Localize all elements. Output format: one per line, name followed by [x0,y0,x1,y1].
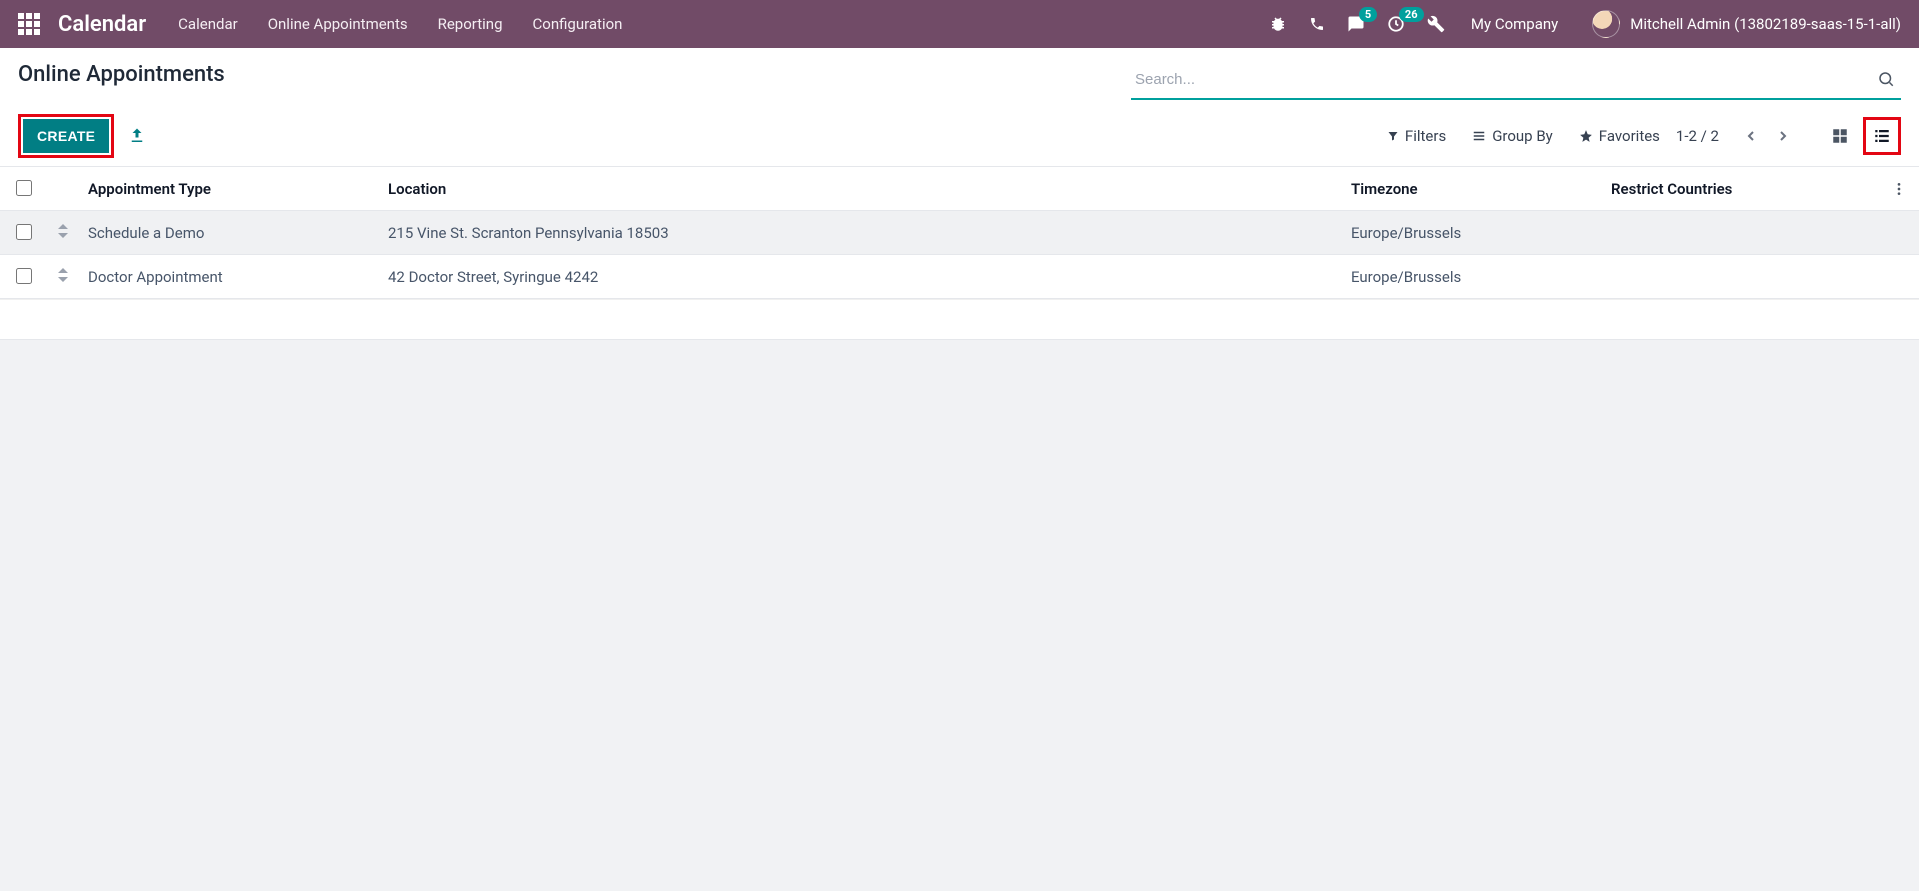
pager[interactable]: 1-2 / 2 [1676,127,1719,145]
messages-badge: 5 [1359,7,1377,22]
kebab-icon [1891,181,1907,197]
search-button[interactable] [1873,66,1899,92]
header-appointment-type[interactable]: Appointment Type [80,167,380,211]
company-switcher[interactable]: My Company [1471,15,1558,33]
table-header-row: Appointment Type Location Timezone Restr… [0,167,1919,211]
sort-icon [58,268,68,282]
avatar [1592,10,1620,38]
nav-links: Calendar Online Appointments Reporting C… [178,15,622,33]
select-all-checkbox[interactable] [16,180,32,196]
cell-restrict [1603,255,1883,299]
star-icon [1579,129,1593,143]
cell-timezone: Europe/Brussels [1343,211,1603,255]
search-input[interactable] [1133,70,1873,89]
drag-handle[interactable] [58,224,68,238]
messages-button[interactable]: 5 [1347,15,1365,33]
groupby-menu[interactable]: Group By [1472,127,1553,145]
list-view: Appointment Type Location Timezone Restr… [0,167,1919,340]
create-button[interactable]: CREATE [23,119,109,153]
import-button[interactable] [128,127,146,145]
apps-menu-button[interactable] [18,13,40,35]
cell-location: 42 Doctor Street, Syringue 4242 [380,255,1343,299]
groupby-label: Group By [1492,127,1553,145]
cell-location: 215 Vine St. Scranton Pennsylvania 18503 [380,211,1343,255]
table-row[interactable]: Schedule a Demo 215 Vine St. Scranton Pe… [0,211,1919,255]
pager-prev[interactable] [1737,122,1765,150]
wrench-icon [1427,15,1445,33]
pager-next[interactable] [1769,122,1797,150]
search-icon [1877,70,1895,88]
filter-icon [1387,130,1399,142]
kanban-icon [1831,127,1849,145]
cell-appointment-type: Doctor Appointment [80,255,380,299]
tools-button[interactable] [1427,15,1445,33]
nav-link-configuration[interactable]: Configuration [533,15,623,33]
highlight-create: CREATE [18,114,114,158]
nav-systray: 5 26 My Company Mitchell Admin (13802189… [1269,10,1901,38]
app-brand[interactable]: Calendar [58,12,146,37]
nav-link-calendar[interactable]: Calendar [178,15,238,33]
list-icon [1472,129,1486,143]
table-footer [0,299,1919,339]
nav-link-online-appointments[interactable]: Online Appointments [268,15,408,33]
filters-menu[interactable]: Filters [1387,127,1446,145]
favorites-menu[interactable]: Favorites [1579,127,1660,145]
control-panel: Online Appointments CREATE Filters [0,48,1919,167]
filters-label: Filters [1405,127,1446,145]
view-list-button[interactable] [1867,121,1897,151]
favorites-label: Favorites [1599,127,1660,145]
voip-button[interactable] [1309,16,1325,32]
header-restrict-countries[interactable]: Restrict Countries [1603,167,1883,211]
activities-button[interactable]: 26 [1387,15,1405,33]
header-location[interactable]: Location [380,167,1343,211]
phone-icon [1309,16,1325,32]
row-checkbox[interactable] [16,224,32,240]
highlight-list-view [1863,117,1901,155]
bug-icon [1269,15,1287,33]
chevron-left-icon [1743,128,1759,144]
search-bar[interactable] [1131,62,1901,100]
activities-badge: 26 [1399,7,1424,22]
cell-restrict [1603,211,1883,255]
list-view-icon [1873,127,1891,145]
appointments-table: Appointment Type Location Timezone Restr… [0,167,1919,299]
table-row[interactable]: Doctor Appointment 42 Doctor Street, Syr… [0,255,1919,299]
row-checkbox[interactable] [16,268,32,284]
debug-button[interactable] [1269,15,1287,33]
chevron-right-icon [1775,128,1791,144]
header-timezone[interactable]: Timezone [1343,167,1603,211]
nav-link-reporting[interactable]: Reporting [438,15,503,33]
view-kanban-button[interactable] [1825,121,1855,151]
top-nav: Calendar Calendar Online Appointments Re… [0,0,1919,48]
sort-icon [58,224,68,238]
breadcrumb: Online Appointments [18,62,225,87]
cell-timezone: Europe/Brussels [1343,255,1603,299]
optional-columns-button[interactable] [1891,181,1911,197]
search-options: Filters Group By Favorites [1387,127,1660,145]
upload-icon [128,127,146,145]
drag-handle[interactable] [58,268,68,282]
cell-appointment-type: Schedule a Demo [80,211,380,255]
apps-grid-icon [18,13,40,35]
user-menu[interactable]: Mitchell Admin (13802189-saas-15-1-all) [1592,10,1901,38]
user-label: Mitchell Admin (13802189-saas-15-1-all) [1630,15,1901,33]
